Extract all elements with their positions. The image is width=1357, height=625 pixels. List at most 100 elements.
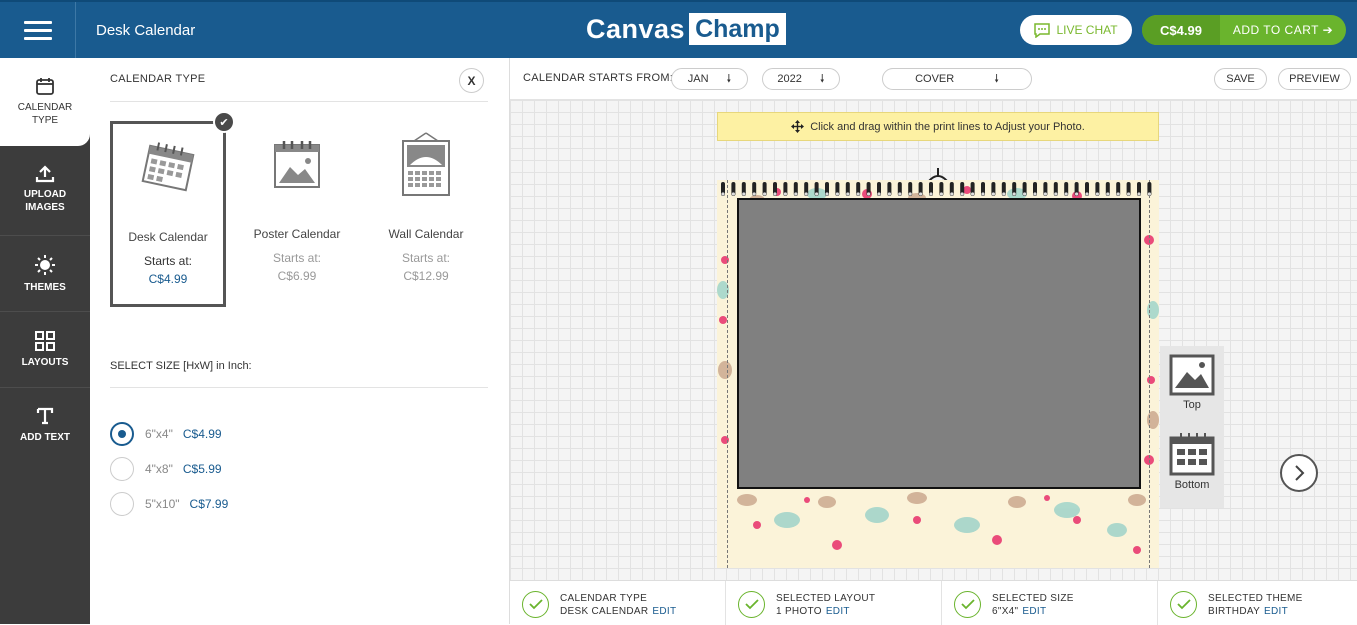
summary-layout: SELECTED LAYOUT 1 PHOTO EDIT [726, 581, 942, 625]
size-option-4x8[interactable]: 4"x8" C$5.99 [110, 457, 222, 481]
panel-title: CALENDAR TYPE [110, 73, 206, 85]
adjust-photo-hint: Click and drag within the print lines to… [717, 112, 1159, 141]
selected-check-icon: ✔ [213, 111, 235, 133]
chat-icon [1034, 22, 1051, 38]
nav-divider [0, 387, 90, 388]
live-chat-button[interactable]: LIVE CHAT [1020, 15, 1132, 45]
arrow-down-icon: 🠗 [819, 72, 825, 85]
calendar-type-price: C$6.99 [277, 269, 317, 283]
summary-title: SELECTED THEME [1208, 593, 1303, 604]
check-icon [738, 591, 765, 618]
page-value: COVER [915, 73, 955, 85]
position-top-label: Top [1183, 399, 1201, 411]
nav-label: LAYOUTS [21, 357, 69, 368]
summary-bar: CALENDAR TYPE DESK CALENDAR EDIT SELECTED… [510, 580, 1357, 625]
year-value: 2022 [777, 73, 802, 85]
size-radio[interactable] [110, 457, 134, 481]
nav-themes[interactable]: THEMES [0, 254, 90, 293]
calendar-icon [36, 78, 54, 95]
summary-title: SELECTED LAYOUT [776, 593, 876, 604]
month-value: JAN [687, 73, 709, 85]
nav-label: UPLOAD [23, 189, 67, 200]
photo-placeholder[interactable] [737, 198, 1141, 489]
calendar-type-starts: Starts at: [272, 251, 322, 265]
cart-price: C$4.99 [1142, 15, 1220, 45]
calendar-grid-icon [1169, 433, 1215, 476]
calendar-type-starts: Starts at: [401, 251, 451, 265]
size-option-5x10[interactable]: 5"x10" C$7.99 [110, 492, 228, 516]
upload-icon [35, 165, 55, 183]
size-dimension: 6"x4" [145, 427, 173, 441]
page-select[interactable]: COVER 🠗 [882, 68, 1032, 90]
summary-theme: SELECTED THEME BIRTHDAY EDIT [1158, 581, 1357, 625]
nav-label: CALENDAR [17, 102, 73, 113]
editor-main: CALENDAR STARTS FROM: JAN 🠗 2022 🠗 COVER 🠗 … [510, 58, 1357, 625]
summary-calendar-type: CALENDAR TYPE DESK CALENDAR EDIT [510, 581, 726, 625]
close-panel-button[interactable]: X [459, 68, 484, 93]
save-button[interactable]: SAVE [1214, 68, 1267, 90]
wall-calendar-icon [402, 132, 450, 196]
nav-divider [0, 311, 90, 312]
size-dimension: 4"x8" [145, 462, 173, 476]
nav-calendar-type[interactable]: CALENDAR TYPE [0, 58, 90, 146]
calendar-type-poster[interactable]: Poster Calendar Starts at: C$6.99 [239, 121, 355, 307]
logo-text-champ: Champ [689, 13, 786, 45]
summary-edit-link[interactable]: EDIT [1264, 606, 1288, 617]
calendar-type-price: C$4.99 [148, 272, 188, 286]
nav-label: IMAGES [25, 202, 65, 213]
arrow-down-icon: 🠗 [726, 72, 732, 85]
summary-value: 6"X4" [992, 606, 1019, 617]
summary-edit-link[interactable]: EDIT [826, 606, 850, 617]
editor-toolbar: CALENDAR STARTS FROM: JAN 🠗 2022 🠗 COVER 🠗 … [510, 58, 1357, 100]
position-top-button[interactable]: Top [1160, 354, 1224, 411]
size-price: C$4.99 [182, 427, 222, 441]
sun-icon [35, 255, 55, 275]
preview-button[interactable]: PREVIEW [1278, 68, 1351, 90]
move-icon [791, 120, 805, 133]
summary-title: SELECTED SIZE [992, 593, 1074, 604]
size-dimension: 5"x10" [145, 497, 180, 511]
summary-value: 1 PHOTO [776, 606, 822, 617]
size-price: C$5.99 [182, 462, 222, 476]
calendar-type-name: Poster Calendar [253, 227, 341, 241]
nav-label: TYPE [31, 115, 59, 126]
year-select[interactable]: 2022 🠗 [762, 68, 840, 90]
summary-edit-link[interactable]: EDIT [1022, 606, 1046, 617]
top-bar: Desk Calendar Canvas Champ LIVE CHAT C$4… [0, 0, 1357, 58]
nav-layouts[interactable]: LAYOUTS [0, 331, 90, 368]
nav-label: ADD TEXT [20, 432, 70, 443]
check-icon [522, 591, 549, 618]
arrow-down-icon: 🠗 [994, 72, 999, 85]
add-to-cart-button[interactable]: C$4.99 ADD TO CART ➔ [1142, 15, 1346, 45]
text-icon [36, 407, 54, 425]
calendar-type-wall[interactable]: Wall Calendar Starts at: C$12.99 [368, 121, 484, 307]
position-bottom-label: Bottom [1174, 479, 1210, 491]
size-price: C$7.99 [189, 497, 229, 511]
logo-text-canvas: Canvas [586, 13, 686, 44]
spiral-binding [721, 182, 1152, 196]
divider [110, 101, 488, 102]
summary-edit-link[interactable]: EDIT [652, 606, 676, 617]
size-radio[interactable] [110, 422, 134, 446]
add-to-cart-label: ADD TO CART ➔ [1232, 23, 1334, 37]
size-option-6x4[interactable]: 6"x4" C$4.99 [110, 422, 222, 446]
calendar-preview[interactable] [717, 168, 1159, 568]
logo[interactable]: Canvas Champ [586, 12, 786, 46]
position-bottom-button[interactable]: Bottom [1160, 432, 1224, 491]
month-select[interactable]: JAN 🠗 [671, 68, 748, 90]
nav-add-text[interactable]: ADD TEXT [0, 406, 90, 443]
calendar-type-desk[interactable]: Desk Calendar Starts at: C$4.99 [110, 121, 226, 307]
menu-icon[interactable] [0, 2, 76, 58]
nav-upload-images[interactable]: UPLOAD IMAGES [0, 165, 90, 213]
photo-position-panel: Top Bottom [1160, 346, 1224, 508]
next-page-button[interactable] [1280, 454, 1318, 492]
check-icon [1170, 591, 1197, 618]
print-line-right [1149, 180, 1150, 568]
calendar-type-name: Wall Calendar [388, 227, 464, 241]
nav-divider [0, 235, 90, 236]
summary-value: BIRTHDAY [1208, 606, 1261, 617]
image-icon [1169, 354, 1215, 396]
size-radio[interactable] [110, 492, 134, 516]
design-canvas[interactable]: Click and drag within the print lines to… [510, 100, 1357, 580]
calendar-type-name: Desk Calendar [128, 230, 208, 244]
